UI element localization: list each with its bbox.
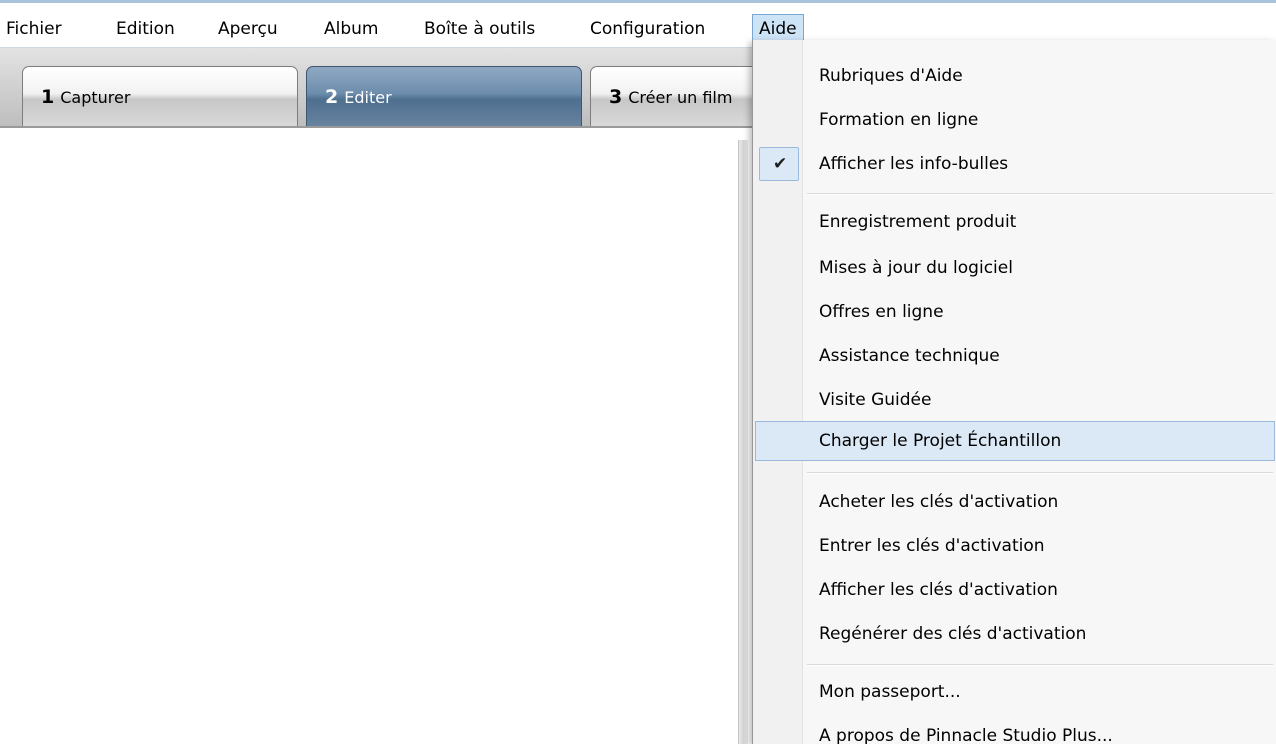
menu-configuration[interactable]: Configuration: [584, 14, 711, 44]
menu-separator: [807, 193, 1273, 195]
menu-item-offres-en-ligne[interactable]: Offres en ligne: [755, 292, 1275, 332]
menu-item-assistance-technique[interactable]: Assistance technique: [755, 336, 1275, 376]
workspace-area: [0, 128, 760, 744]
tab-label: Créer un film: [628, 88, 733, 107]
tab-editer[interactable]: 2 Editer: [306, 66, 582, 126]
menu-item-label: Afficher les info-bulles: [819, 154, 1009, 174]
check-icon: ✔: [773, 154, 788, 174]
tab-number: 1: [41, 86, 55, 108]
aide-dropdown-menu: Rubriques d'Aide Formation en ligne ✔ Af…: [752, 40, 1276, 744]
menu-item-rubriques-aide[interactable]: Rubriques d'Aide: [755, 56, 1275, 96]
menu-item-formation-en-ligne[interactable]: Formation en ligne: [755, 100, 1275, 140]
vertical-scrollbar[interactable]: [738, 140, 748, 744]
menu-item-enregistrement-produit[interactable]: Enregistrement produit: [755, 202, 1275, 242]
menu-album[interactable]: Album: [318, 14, 384, 44]
menu-item-afficher-cles[interactable]: Afficher les clés d'activation: [755, 570, 1275, 610]
menu-separator: [807, 472, 1273, 474]
menu-item-acheter-cles[interactable]: Acheter les clés d'activation: [755, 482, 1275, 522]
menu-item-mises-a-jour[interactable]: Mises à jour du logiciel: [755, 248, 1275, 288]
menu-apercu[interactable]: Aperçu: [212, 14, 284, 44]
menu-fichier[interactable]: Fichier: [0, 14, 68, 44]
tab-number: 3: [609, 86, 623, 108]
menu-item-regenerer-cles[interactable]: Regénérer des clés d'activation: [755, 614, 1275, 654]
tab-label: Capturer: [60, 88, 131, 107]
tab-label: Editer: [344, 88, 392, 107]
tab-capturer[interactable]: 1 Capturer: [22, 66, 298, 126]
menu-item-a-propos[interactable]: A propos de Pinnacle Studio Plus...: [755, 716, 1275, 744]
tab-number: 2: [325, 86, 339, 108]
mode-tab-strip: 1 Capturer 2 Editer 3 Créer un film: [0, 48, 866, 128]
menu-item-visite-guidee[interactable]: Visite Guidée: [755, 380, 1275, 420]
menu-boite-a-outils[interactable]: Boîte à outils: [418, 14, 541, 44]
menu-item-afficher-info-bulles[interactable]: ✔ Afficher les info-bulles: [755, 144, 1275, 184]
menu-edition[interactable]: Edition: [110, 14, 181, 44]
menu-item-mon-passeport[interactable]: Mon passeport...: [755, 672, 1275, 712]
menu-item-entrer-cles[interactable]: Entrer les clés d'activation: [755, 526, 1275, 566]
menu-item-charger-projet-echantillon[interactable]: Charger le Projet Échantillon: [755, 421, 1275, 461]
menu-separator: [807, 664, 1273, 666]
